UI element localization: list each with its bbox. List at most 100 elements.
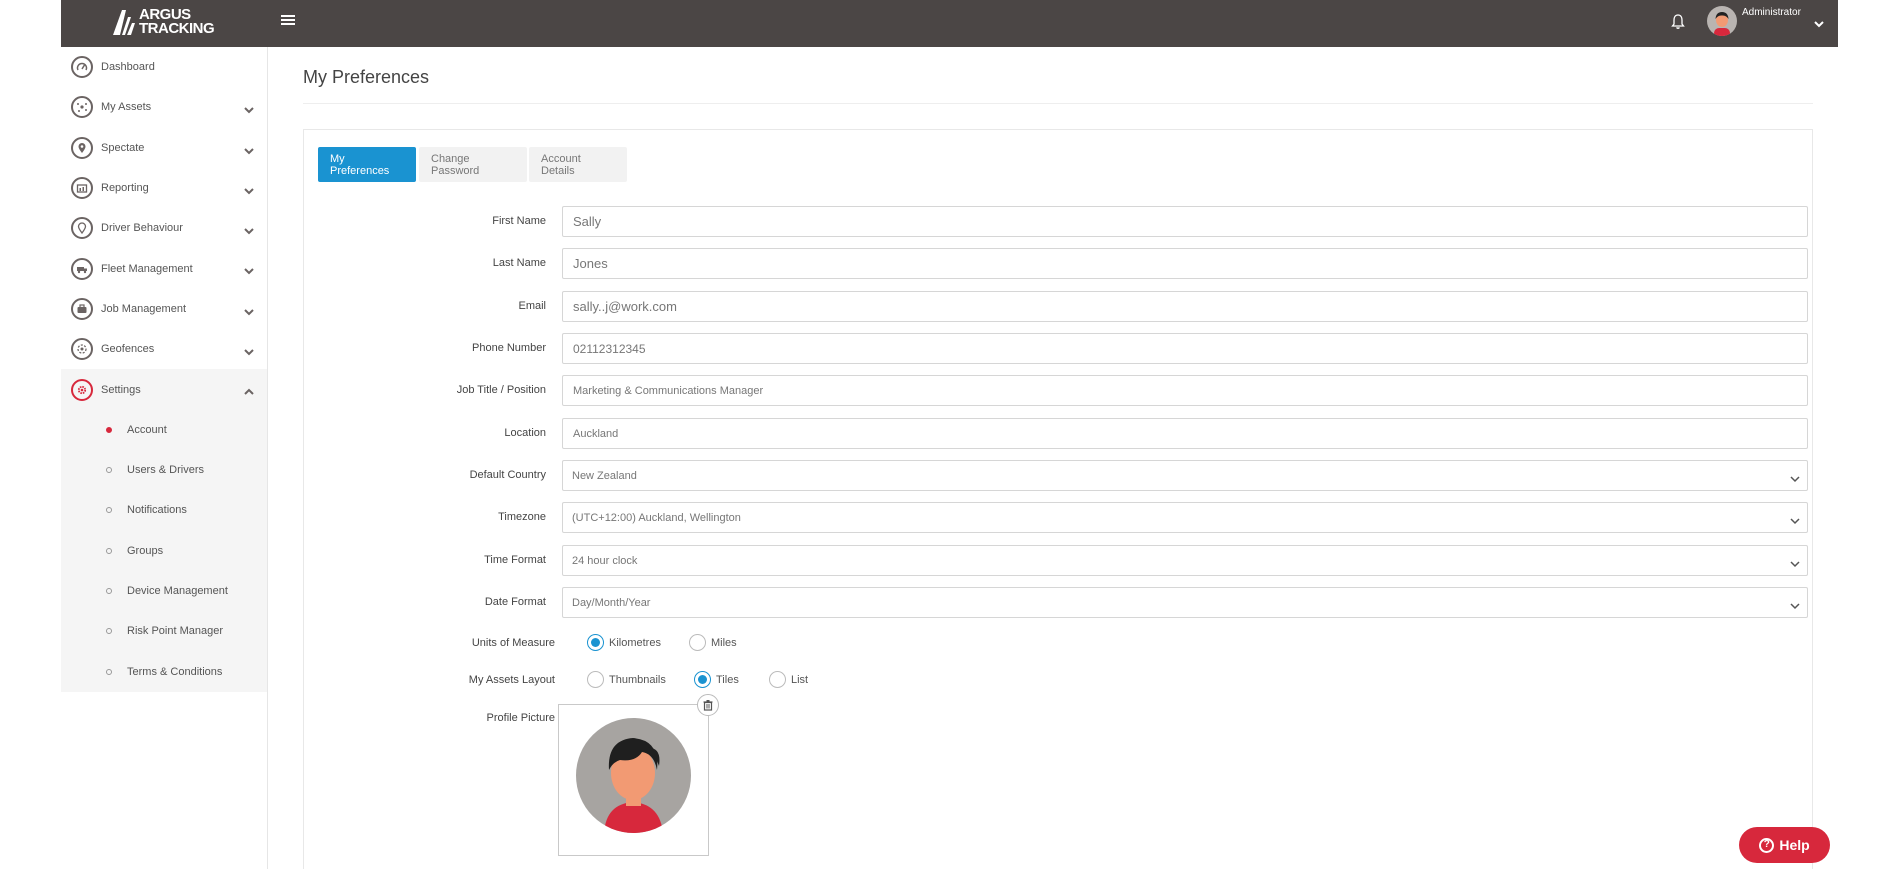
sidebar-item-dashboard[interactable]: Dashboard	[61, 47, 267, 87]
tab-account-details[interactable]: Account Details	[529, 147, 627, 182]
job-title-field[interactable]	[562, 375, 1808, 406]
sidebar-subitem-risk-point-manager[interactable]: Risk Point Manager	[61, 611, 267, 651]
sidebar-item-geofences[interactable]: Geofences	[61, 329, 267, 369]
phone-row: Phone Number	[318, 333, 1808, 364]
report-icon	[71, 177, 93, 200]
subitem-label: Risk Point Manager	[127, 625, 223, 638]
bullet-icon	[106, 668, 112, 675]
bell-icon[interactable]	[1670, 13, 1686, 31]
country-value: New Zealand	[572, 470, 637, 482]
app-root: ARGUS TRACKING Administrator Dashboard M…	[0, 0, 1898, 869]
trash-icon[interactable]	[697, 694, 719, 716]
job-title-row: Job Title / Position	[318, 375, 1808, 406]
chevron-down-icon	[243, 183, 255, 195]
radio-selected-icon	[694, 671, 711, 688]
time-format-select[interactable]: 24 hour clock	[562, 545, 1808, 576]
preferences-tabs: My Preferences Change Password Account D…	[318, 147, 627, 182]
chevron-down-icon	[1789, 513, 1801, 525]
layout-tiles-option[interactable]: Tiles	[694, 671, 739, 688]
job-title-label: Job Title / Position	[456, 384, 546, 396]
last-name-field[interactable]	[562, 248, 1808, 279]
bullet-icon	[106, 628, 112, 635]
sidebar-subitem-device-management[interactable]: Device Management	[61, 571, 267, 611]
units-label: Units of Measure	[471, 637, 555, 649]
chevron-down-icon	[243, 304, 255, 316]
chevron-down-icon	[1789, 471, 1801, 483]
chevron-down-icon	[243, 223, 255, 235]
assets-layout-label: My Assets Layout	[468, 674, 555, 686]
units-row: Units of Measure Kilometres Miles	[318, 634, 918, 654]
profile-picture-box[interactable]	[558, 704, 709, 856]
tab-change-password[interactable]: Change Password	[419, 147, 527, 182]
user-name[interactable]: Administrator	[1742, 7, 1801, 18]
email-row: Email	[318, 291, 1808, 322]
dashboard-icon	[71, 56, 93, 79]
option-label: List	[791, 673, 809, 686]
sidebar-item-label: Fleet Management	[101, 262, 193, 275]
sidebar: Dashboard My Assets Spectate Reporting D…	[61, 47, 268, 869]
tab-my-preferences[interactable]: My Preferences	[318, 147, 416, 182]
sidebar-item-driver-behaviour[interactable]: Driver Behaviour	[61, 208, 267, 248]
country-select[interactable]: New Zealand	[562, 460, 1808, 491]
sidebar-item-spectate[interactable]: Spectate	[61, 128, 267, 168]
radio-icon	[689, 634, 706, 651]
sidebar-item-reporting[interactable]: Reporting	[61, 168, 267, 208]
sidebar-subitem-terms-conditions[interactable]: Terms & Conditions	[61, 651, 267, 691]
phone-label: Phone Number	[472, 342, 546, 354]
sidebar-item-label: Driver Behaviour	[101, 222, 183, 235]
sidebar-subitem-account[interactable]: Account	[61, 410, 267, 450]
user-avatar[interactable]	[1707, 6, 1737, 36]
subitem-label: Groups	[127, 544, 164, 557]
logo-text: ARGUS TRACKING	[139, 7, 215, 37]
location-field[interactable]	[562, 418, 1808, 449]
help-label: Help	[1779, 837, 1810, 853]
hamburger-menu-icon[interactable]	[281, 13, 295, 27]
sidebar-subitem-notifications[interactable]: Notifications	[61, 490, 267, 530]
logo-mark-icon	[111, 8, 137, 36]
bullet-icon	[106, 507, 112, 514]
question-icon: ?	[1759, 837, 1775, 853]
subitem-label: Notifications	[127, 504, 187, 517]
first-name-field[interactable]	[562, 206, 1808, 237]
sidebar-item-label: Geofences	[101, 343, 155, 356]
briefcase-icon	[71, 297, 93, 320]
chevron-down-icon	[243, 344, 255, 356]
fleet-icon	[71, 257, 93, 280]
chevron-down-icon	[243, 143, 255, 155]
driver-icon	[71, 217, 93, 240]
timezone-value: (UTC+12:00) Auckland, Wellington	[572, 512, 741, 524]
top-bar: ARGUS TRACKING Administrator	[61, 0, 1838, 47]
sidebar-subitem-users-drivers[interactable]: Users & Drivers	[61, 450, 267, 490]
settings-submenu: Account Users & Drivers Notifications Gr…	[61, 409, 267, 692]
bullet-icon	[106, 467, 112, 474]
sidebar-item-label: Reporting	[101, 182, 149, 195]
profile-picture-label: Profile Picture	[486, 712, 555, 724]
chevron-down-icon	[243, 263, 255, 275]
sidebar-item-settings[interactable]: Settings	[61, 369, 267, 410]
option-label: Miles	[711, 636, 737, 649]
gear-icon	[71, 378, 93, 401]
layout-list-option[interactable]: List	[769, 671, 808, 688]
subitem-label: Account	[127, 423, 167, 436]
sidebar-subitem-groups[interactable]: Groups	[61, 531, 267, 571]
phone-field[interactable]	[562, 333, 1808, 364]
radio-icon	[769, 671, 786, 688]
units-kilometres-option[interactable]: Kilometres	[587, 634, 661, 651]
sidebar-item-job-management[interactable]: Job Management	[61, 289, 267, 329]
help-button[interactable]: ? Help	[1739, 827, 1830, 863]
email-field[interactable]	[562, 291, 1808, 322]
logo-line-2: TRACKING	[139, 20, 215, 37]
date-format-value: Day/Month/Year	[572, 597, 651, 609]
location-label: Location	[504, 427, 546, 439]
date-format-select[interactable]: Day/Month/Year	[562, 587, 1808, 618]
layout-thumbnails-option[interactable]: Thumbnails	[587, 671, 666, 688]
sidebar-item-fleet-management[interactable]: Fleet Management	[61, 248, 267, 288]
sidebar-item-label: My Assets	[101, 101, 152, 114]
timezone-select[interactable]: (UTC+12:00) Auckland, Wellington	[562, 502, 1808, 533]
country-label: Default Country	[469, 469, 546, 481]
units-miles-option[interactable]: Miles	[689, 634, 737, 651]
sidebar-item-my-assets[interactable]: My Assets	[61, 87, 267, 127]
chevron-down-icon[interactable]	[1813, 16, 1825, 28]
argus-logo[interactable]: ARGUS TRACKING	[111, 7, 215, 37]
chevron-down-icon	[243, 102, 255, 114]
